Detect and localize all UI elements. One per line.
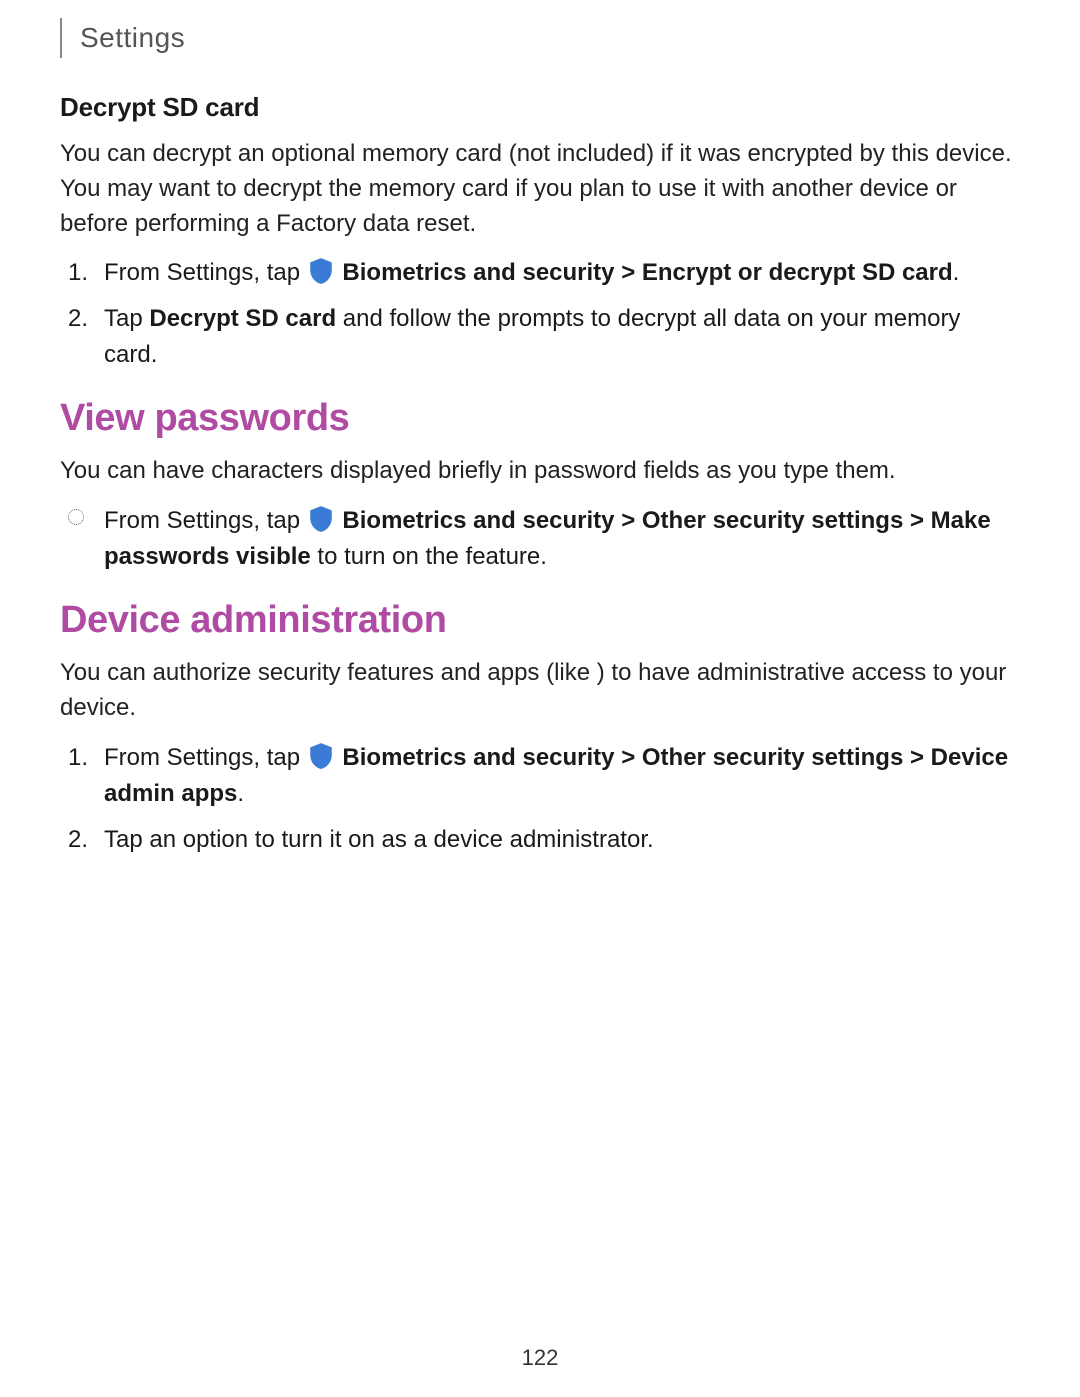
- document-page: Settings Decrypt SD card You can decrypt…: [0, 0, 1080, 1397]
- path-separator: >: [621, 507, 642, 534]
- path-separator: >: [910, 507, 931, 534]
- step-text: From Settings, tap: [104, 744, 307, 771]
- nav-path-bold: Biometrics and security: [342, 259, 614, 286]
- step-suffix: .: [953, 259, 960, 286]
- decrypt-steps-list: From Settings, tap Biometrics and securi…: [98, 255, 1020, 373]
- list-item: From Settings, tap Biometrics and securi…: [98, 255, 1020, 291]
- path-separator: >: [621, 744, 642, 771]
- breadcrumb: Settings: [60, 18, 1020, 58]
- breadcrumb-label: Settings: [80, 22, 185, 54]
- list-item: From Settings, tap Biometrics and securi…: [98, 740, 1020, 812]
- step-text: From Settings, tap: [104, 507, 307, 534]
- path-separator: >: [621, 259, 642, 286]
- shield-icon: [308, 742, 334, 770]
- step-suffix: to turn on the feature.: [311, 543, 547, 570]
- step-text: From Settings, tap: [104, 259, 307, 286]
- nav-path-bold: Biometrics and security: [342, 507, 614, 534]
- step-text: Tap: [104, 305, 149, 332]
- section-heading-view-passwords: View passwords: [60, 397, 1020, 440]
- section-intro-view-passwords: You can have characters displayed briefl…: [60, 454, 1020, 489]
- view-passwords-list: From Settings, tap Biometrics and securi…: [98, 503, 1020, 575]
- shield-icon: [308, 257, 334, 285]
- nav-path-bold: Decrypt SD card: [149, 305, 336, 332]
- page-number: 122: [0, 1345, 1080, 1371]
- section-heading-device-admin: Device administration: [60, 599, 1020, 642]
- path-separator: >: [910, 744, 931, 771]
- nav-path-bold: Other security settings: [642, 744, 903, 771]
- nav-path-bold: Biometrics and security: [342, 744, 614, 771]
- list-item: Tap an option to turn it on as a device …: [98, 822, 1020, 858]
- section-heading-decrypt: Decrypt SD card: [60, 92, 1020, 123]
- nav-path-bold: Encrypt or decrypt SD card: [642, 259, 953, 286]
- section-intro-device-admin: You can authorize security features and …: [60, 656, 1020, 726]
- list-item: Tap Decrypt SD card and follow the promp…: [98, 301, 1020, 373]
- bullet-circle-icon: [68, 509, 84, 525]
- nav-path-bold: Other security settings: [642, 507, 903, 534]
- shield-icon: [308, 505, 334, 533]
- list-item: From Settings, tap Biometrics and securi…: [98, 503, 1020, 575]
- step-suffix: .: [237, 780, 244, 807]
- device-admin-steps-list: From Settings, tap Biometrics and securi…: [98, 740, 1020, 858]
- step-text: Tap an option to turn it on as a device …: [104, 826, 654, 853]
- section-intro-decrypt: You can decrypt an optional memory card …: [60, 137, 1020, 241]
